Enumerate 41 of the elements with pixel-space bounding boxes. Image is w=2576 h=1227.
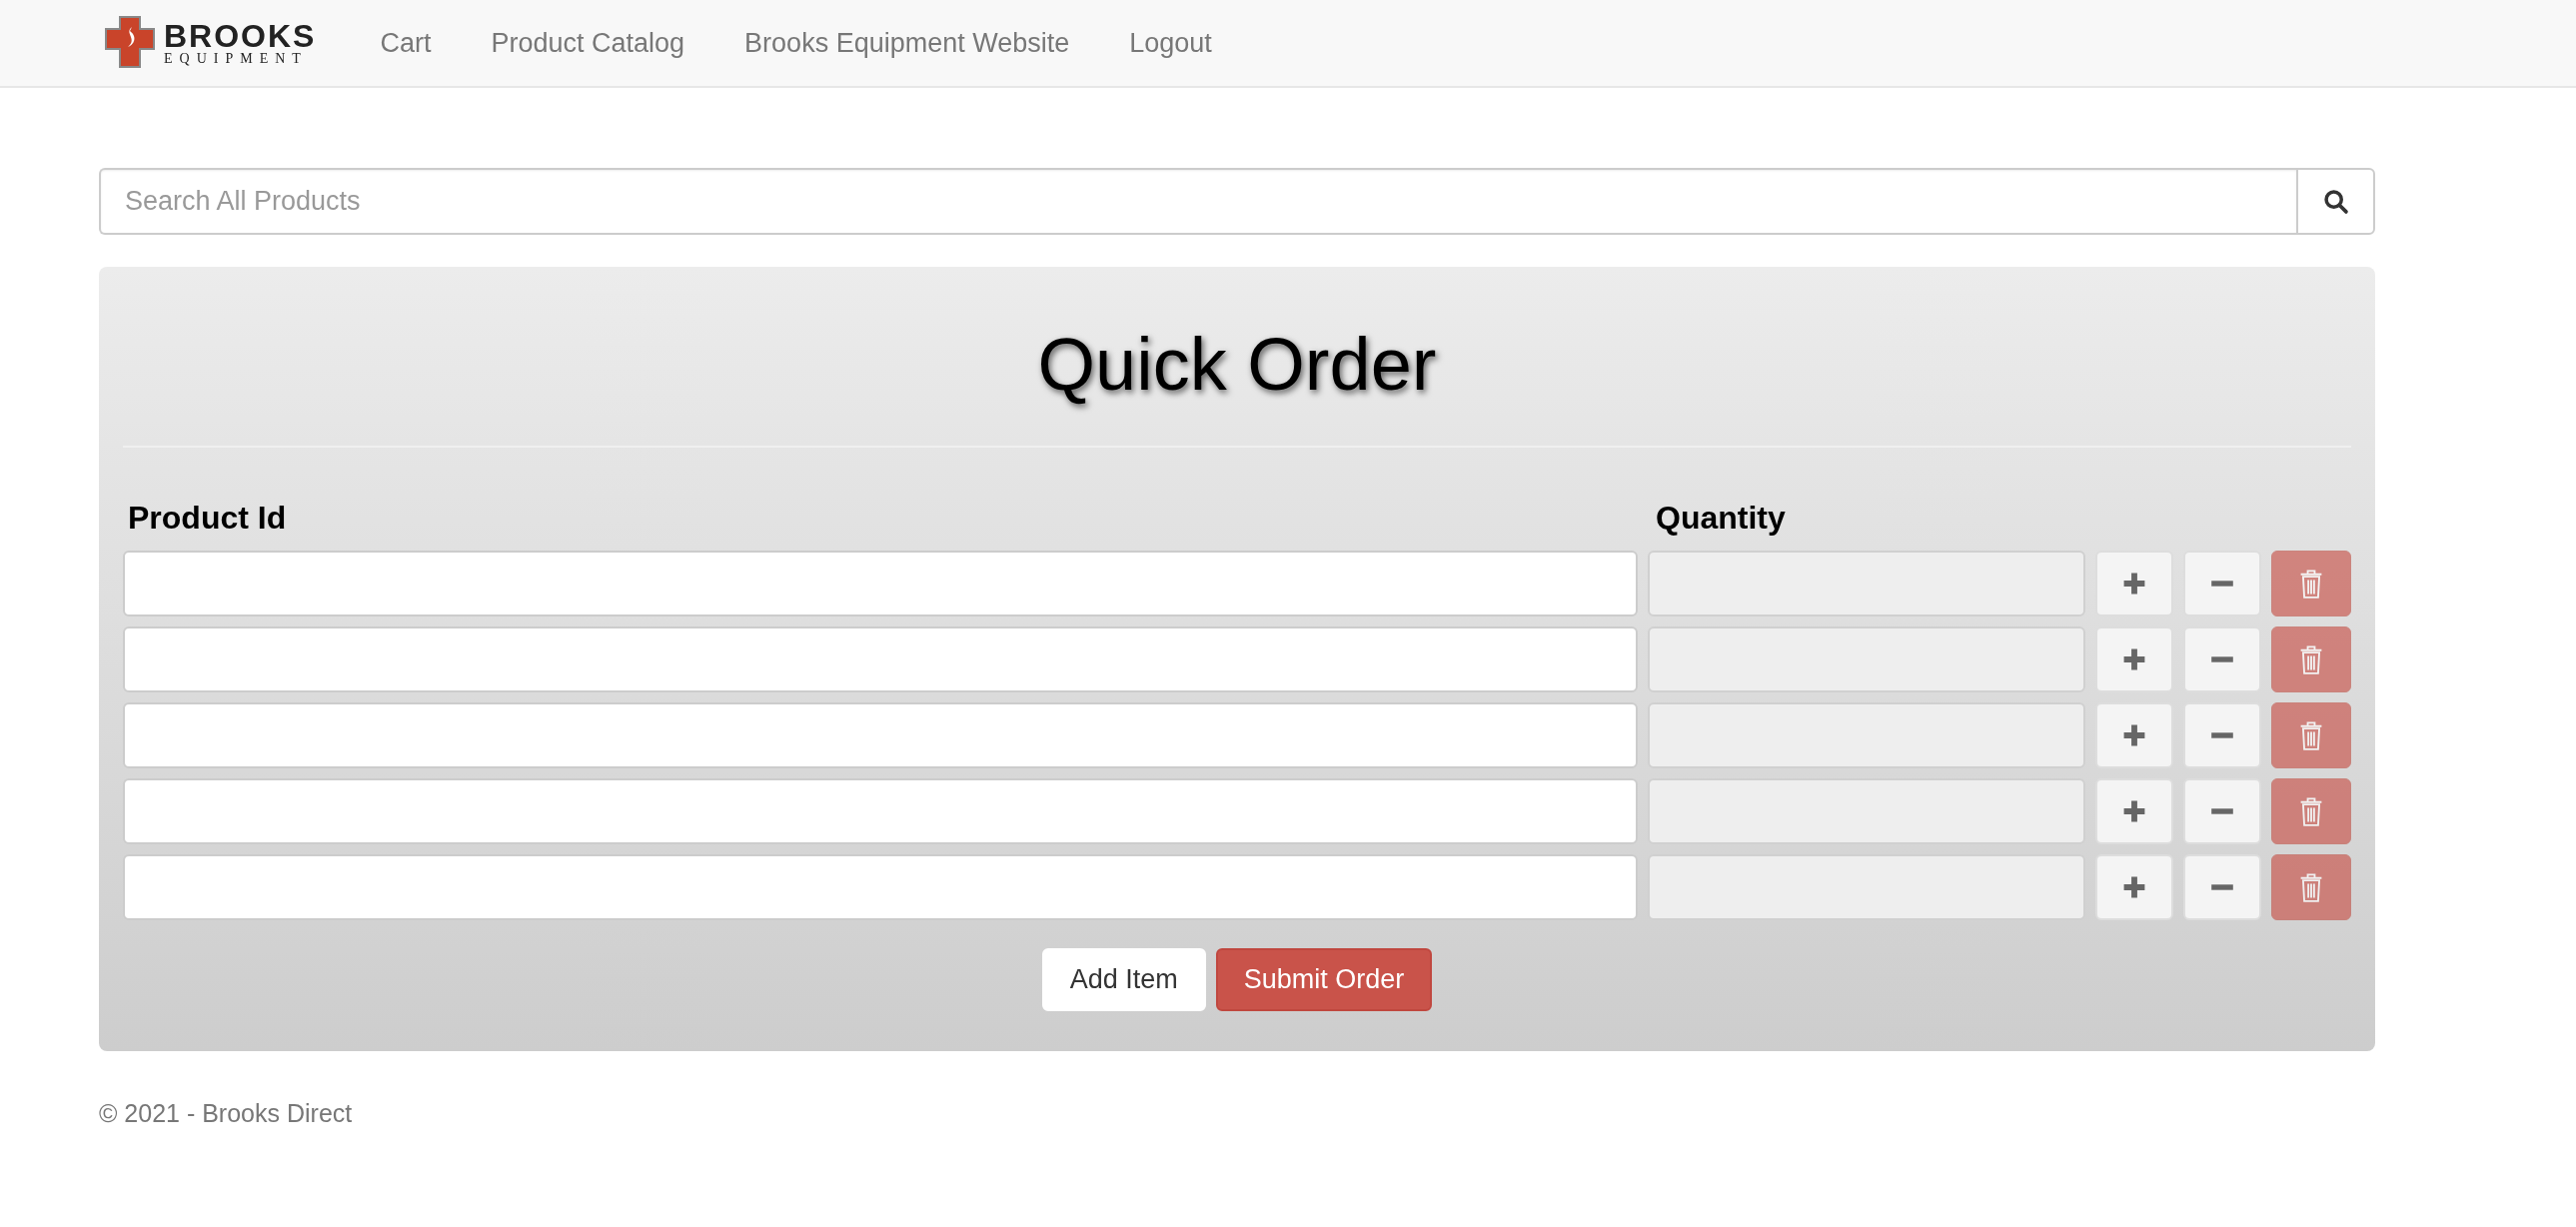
- column-header: Product Id: [127, 499, 288, 537]
- decrease-button[interactable]: [2183, 625, 2262, 692]
- trash-icon: [2299, 871, 2323, 902]
- product-id-field[interactable]: [123, 853, 1639, 920]
- increase-button[interactable]: [2095, 853, 2174, 920]
- action-button[interactable]: Submit Order: [1215, 947, 1433, 1011]
- nav-link[interactable]: Cart: [380, 27, 432, 59]
- nav-link[interactable]: Product Catalog: [491, 27, 685, 59]
- decrease-button[interactable]: [2183, 701, 2262, 768]
- column-header: Quantity: [1655, 499, 1786, 537]
- trash-icon: [2299, 643, 2323, 674]
- search-field[interactable]: Search All Products: [99, 168, 2296, 235]
- trash-icon: [2299, 719, 2323, 750]
- increase-button[interactable]: [2095, 625, 2174, 692]
- search-button[interactable]: [2296, 168, 2375, 235]
- product-id-field[interactable]: [123, 777, 1639, 844]
- trash-icon: [2299, 795, 2323, 826]
- copyright-text: © 2021 - Brooks Direct: [99, 1098, 354, 1128]
- logo-wordmark: BROOKS: [164, 20, 317, 52]
- decrease-button[interactable]: [2183, 853, 2262, 920]
- logo-subtitle: EQUIPMENT: [164, 52, 309, 66]
- minus-icon: [2210, 654, 2235, 663]
- increase-button[interactable]: [2095, 701, 2174, 768]
- nav-link[interactable]: Logout: [1129, 27, 1212, 59]
- minus-icon: [2210, 730, 2235, 739]
- brand-logo[interactable]: BROOKS EQUIPMENT: [100, 13, 317, 73]
- product-id-field[interactable]: [123, 625, 1639, 692]
- minus-icon: [2210, 806, 2235, 815]
- trash-icon: [2299, 568, 2323, 599]
- search-icon: [2321, 187, 2350, 216]
- action-button[interactable]: Add Item: [1041, 947, 1206, 1011]
- increase-button[interactable]: [2095, 550, 2174, 616]
- nav-link[interactable]: Brooks Equipment Website: [744, 27, 1070, 59]
- product-id-field[interactable]: [123, 550, 1639, 616]
- decrease-button[interactable]: [2183, 777, 2262, 844]
- increase-button[interactable]: [2095, 777, 2174, 844]
- panel-title: Quick Order: [1036, 322, 1438, 408]
- decrease-button[interactable]: [2183, 550, 2262, 616]
- minus-icon: [2210, 579, 2235, 588]
- minus-icon: [2210, 882, 2235, 891]
- product-id-field[interactable]: [123, 701, 1639, 768]
